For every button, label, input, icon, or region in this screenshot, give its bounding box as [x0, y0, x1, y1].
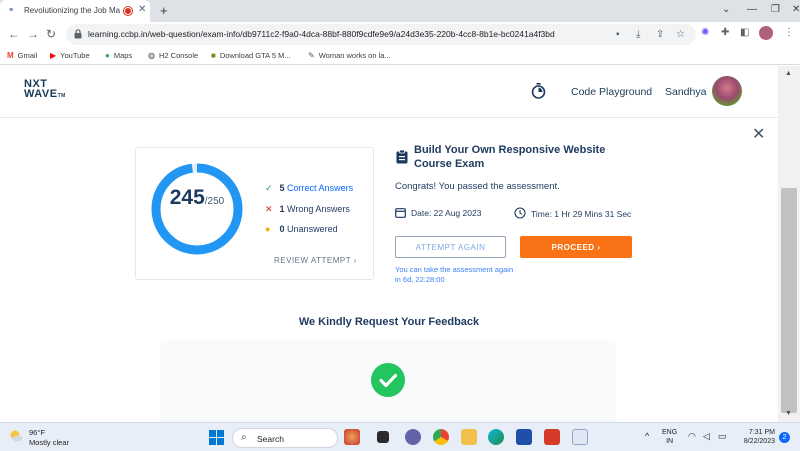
gmail-icon: M	[7, 51, 14, 60]
user-name[interactable]: Sandhya	[665, 86, 706, 98]
search-icon: ⌕	[241, 432, 247, 443]
widget-app-icon[interactable]	[344, 429, 360, 445]
bookmark-woman-works[interactable]: ✎ Woman works on la...	[308, 51, 391, 60]
language-indicator[interactable]: ENG IN	[662, 428, 677, 446]
menu-kebab-icon[interactable]: ⋮	[784, 27, 794, 38]
install-icon[interactable]: ⤓	[636, 29, 640, 40]
task-view-icon[interactable]	[377, 431, 389, 443]
code-playground-link[interactable]: Code Playground	[571, 86, 652, 98]
taskbar-search[interactable]: ⌕ Search	[232, 428, 338, 448]
chevron-up-icon[interactable]: ^	[645, 431, 649, 441]
globe-icon: ◍	[148, 51, 155, 60]
page-header: NXT WAVETM Code Playground Sandhya	[0, 66, 778, 118]
maps-icon: ●	[105, 51, 110, 60]
volume-icon[interactable]: ◁	[703, 431, 710, 442]
scroll-up-icon[interactable]: ▲	[785, 70, 792, 77]
maximize-button[interactable]: ❐	[771, 4, 780, 15]
youtube-icon: ▶	[50, 51, 57, 60]
notification-badge[interactable]: 2	[779, 432, 790, 443]
windows-start-icon[interactable]	[209, 430, 224, 445]
page-scrollbar[interactable]: ▲ ▼	[778, 66, 800, 422]
reload-icon[interactable]: ↻	[46, 27, 56, 41]
clock[interactable]: 7:31 PM 8/22/2023	[735, 428, 775, 446]
moon-cloud-icon[interactable]	[9, 430, 23, 442]
wps-office-icon[interactable]	[544, 429, 560, 445]
close-window-button[interactable]: ✕	[792, 4, 800, 15]
store-icon[interactable]	[516, 429, 532, 445]
file-explorer-icon[interactable]	[461, 429, 477, 445]
weather-description: Mostly clear	[29, 438, 70, 447]
game-icon: ■	[211, 51, 216, 60]
dot-icon: ●	[265, 224, 271, 234]
tab-search-icon[interactable]: ⌄	[722, 4, 730, 15]
battery-icon[interactable]: ▭	[718, 431, 727, 442]
back-arrow-icon[interactable]: ←	[8, 27, 20, 41]
snipping-tool-icon[interactable]	[572, 429, 588, 445]
bookmark-h2-console[interactable]: ◍ H2 Console	[148, 51, 198, 60]
extensions-icon[interactable]: ✚	[721, 27, 729, 38]
nxtwave-logo[interactable]: NXT WAVETM	[24, 79, 66, 101]
weather-temperature: 96°F	[29, 428, 45, 437]
score-card: 245/250 ✓ 5 Correct Answers ✕ 1 Wrong An…	[135, 147, 374, 280]
address-bar[interactable]: learning.ccbp.in/web-question/exam-info/…	[66, 24, 696, 45]
unanswered-stat: ● 0 Unanswered	[265, 224, 338, 234]
congrats-message: Congrats! You passed the assessment.	[395, 181, 560, 192]
exam-title: Build Your Own Responsive Website Course…	[414, 144, 606, 170]
score-value: 245/250	[169, 186, 225, 209]
exam-duration: Time: 1 Hr 29 Mins 31 Sec	[514, 207, 631, 219]
stopwatch-icon[interactable]	[531, 83, 546, 99]
feedback-title: We Kindly Request Your Feedback	[298, 316, 480, 328]
user-avatar[interactable]	[712, 76, 742, 106]
bookmark-youtube[interactable]: ▶ YouTube	[50, 51, 90, 60]
exam-result-content: ✕ 245/250 ✓ 5 Correct Answers ✕ 1 Wrong …	[0, 118, 778, 430]
correct-answers-stat: ✓ 5 Correct Answers	[265, 183, 354, 193]
wrong-answers-stat: ✕ 1 Wrong Answers	[265, 204, 350, 214]
browser-tab-strip: ≡ Revolutionizing the Job Marke ✕ + ⌄ — …	[0, 0, 800, 22]
camera-icon[interactable]: ▪	[616, 29, 620, 40]
url-text: learning.ccbp.in/web-question/exam-info/…	[88, 29, 555, 39]
success-check-icon	[371, 363, 405, 397]
minimize-button[interactable]: —	[747, 4, 757, 15]
recording-indicator-icon	[124, 7, 132, 15]
check-icon: ✓	[265, 183, 273, 193]
lock-icon	[74, 29, 82, 39]
browser-tab[interactable]: ≡ Revolutionizing the Job Marke ✕	[0, 0, 150, 22]
tab-title: Revolutionizing the Job Marke	[24, 6, 120, 15]
bookmarks-bar: M Gmail ▶ YouTube ● Maps ◍ H2 Console ■ Downl…	[0, 47, 800, 65]
review-attempt-link[interactable]: REVIEW ATTEMPT ›	[274, 256, 357, 265]
windows-taskbar: 96°F Mostly clear ⌕ Search ^ ENG IN ◠ ◁ …	[0, 422, 800, 451]
chevron-right-icon: ›	[353, 256, 357, 265]
tab-close-icon[interactable]: ✕	[138, 4, 146, 15]
clock-icon	[514, 207, 526, 219]
scroll-down-icon[interactable]: ▼	[785, 410, 792, 417]
bookmark-gta[interactable]: ■ Download GTA 5 M...	[211, 51, 291, 60]
site-favicon-icon: ≡	[9, 7, 14, 14]
bookmark-star-icon[interactable]: ☆	[676, 29, 685, 40]
clipboard-icon	[396, 150, 408, 164]
teams-icon[interactable]	[405, 429, 421, 445]
retake-note: You can take the assessment again in 6d,…	[395, 265, 514, 284]
calendar-icon	[395, 208, 406, 218]
exam-date: Date: 22 Aug 2023	[395, 207, 481, 218]
share-icon[interactable]: ⇪	[656, 29, 664, 40]
wifi-icon[interactable]: ◠	[688, 431, 696, 442]
side-panel-icon[interactable]: ◧	[740, 27, 749, 38]
attempt-again-button[interactable]: ATTEMPT AGAIN	[395, 236, 506, 258]
bookmark-maps[interactable]: ● Maps	[105, 51, 132, 60]
bookmark-icon: ✎	[308, 51, 315, 60]
new-tab-button[interactable]: +	[160, 3, 168, 18]
cross-icon: ✕	[265, 204, 273, 214]
browser-toolbar: ← → ↻ learning.ccbp.in/web-question/exam…	[0, 22, 800, 47]
forward-arrow-icon[interactable]: →	[27, 27, 39, 41]
chevron-right-icon: ›	[597, 242, 601, 252]
chrome-icon[interactable]	[433, 429, 449, 445]
profile-avatar[interactable]	[759, 26, 773, 40]
proceed-button[interactable]: PROCEED ›	[520, 236, 632, 258]
bookmark-gmail[interactable]: M Gmail	[7, 51, 37, 60]
feedback-card	[160, 340, 616, 430]
close-icon[interactable]: ✕	[752, 124, 765, 144]
scroll-thumb[interactable]	[781, 188, 797, 413]
extension-puzzle-icon[interactable]: ✺	[701, 27, 709, 38]
edge-icon[interactable]	[488, 429, 504, 445]
